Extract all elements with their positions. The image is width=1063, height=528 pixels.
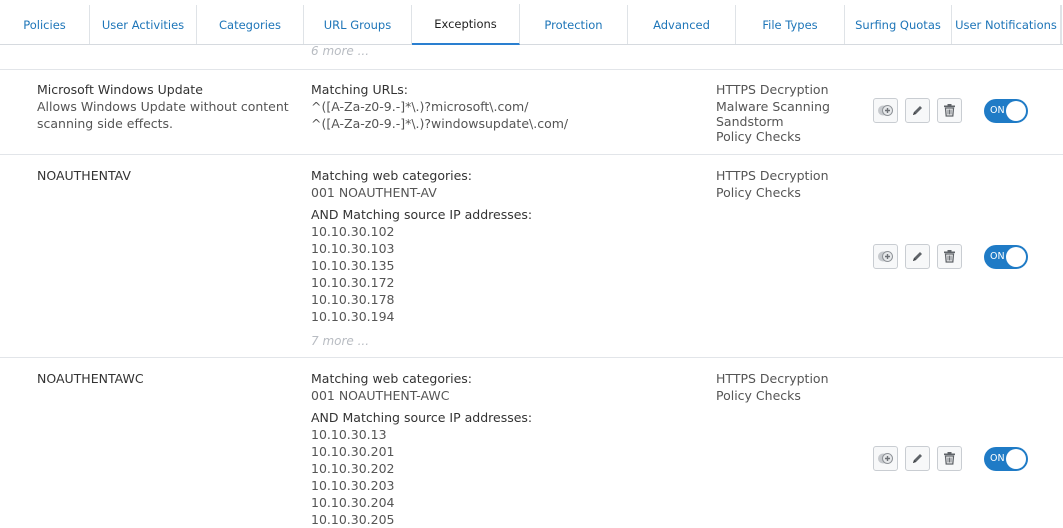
- ip-title: AND Matching source IP addresses:: [311, 410, 533, 425]
- tab-policies[interactable]: Policies: [0, 5, 90, 44]
- edit-button[interactable]: [905, 244, 930, 269]
- clone-button[interactable]: [873, 446, 898, 471]
- clone-icon: [878, 105, 893, 116]
- ip-address: 10.10.30.172: [311, 275, 395, 290]
- tab-surfing-quotas[interactable]: Surfing Quotas: [845, 5, 952, 44]
- exception-row: NOAUTHENTAV Matching web categories: 001…: [0, 155, 1063, 358]
- toggle-label: ON: [990, 105, 1005, 116]
- tab-exceptions[interactable]: Exceptions: [412, 4, 520, 45]
- ip-address: 10.10.30.103: [311, 241, 395, 256]
- tab-user-activities[interactable]: User Activities: [90, 5, 197, 44]
- delete-button[interactable]: [937, 244, 962, 269]
- toggle-label: ON: [990, 251, 1005, 262]
- enable-toggle[interactable]: ON: [984, 447, 1028, 471]
- exception-row: Microsoft Windows Update Allows Windows …: [0, 70, 1063, 155]
- more-link[interactable]: 7 more ...: [311, 333, 369, 350]
- edit-button[interactable]: [905, 98, 930, 123]
- tab-protection[interactable]: Protection: [520, 5, 628, 44]
- criteria-value: 001 NOAUTHENT-AV: [311, 185, 437, 200]
- skipped-check: HTTPS Decryption: [716, 82, 829, 97]
- clone-icon: [878, 453, 893, 464]
- tab-file-types[interactable]: File Types: [736, 5, 845, 44]
- tab-advanced[interactable]: Advanced: [628, 5, 736, 44]
- tab-user-notifications[interactable]: User Notifications: [952, 5, 1061, 44]
- clone-icon: [878, 251, 893, 262]
- exception-description: Allows Windows Update without content sc…: [37, 99, 289, 131]
- ip-address: 10.10.30.203: [311, 478, 395, 493]
- delete-button[interactable]: [937, 446, 962, 471]
- criteria-title: Matching web categories:: [311, 168, 472, 183]
- pencil-icon: [913, 252, 922, 261]
- tab-categories[interactable]: Categories: [197, 5, 304, 44]
- criteria-title: Matching URLs:: [311, 82, 408, 97]
- ip-address: 10.10.30.205: [311, 512, 395, 527]
- tab-bar: Policies User Activities Categories URL …: [0, 0, 1063, 45]
- more-link[interactable]: 6 more ...: [311, 43, 369, 60]
- criteria-value: ^([A-Za-z0-9.-]*\.)?windowsupdate\.com/: [311, 116, 569, 131]
- skipped-check: Policy Checks: [716, 388, 801, 403]
- toggle-knob: [1006, 101, 1026, 121]
- skipped-check: Policy Checks: [716, 185, 801, 200]
- ip-title: AND Matching source IP addresses:: [311, 207, 533, 222]
- pencil-icon: [913, 106, 922, 115]
- trash-icon: [944, 250, 955, 263]
- clone-button[interactable]: [873, 244, 898, 269]
- ip-address: 10.10.30.135: [311, 258, 395, 273]
- enable-toggle[interactable]: ON: [984, 245, 1028, 269]
- skipped-check: HTTPS Decryption: [716, 371, 829, 386]
- ip-address: 10.10.30.13: [311, 427, 387, 442]
- ip-address: 10.10.30.201: [311, 444, 395, 459]
- criteria-value: 001 NOAUTHENT-AWC: [311, 388, 450, 403]
- toggle-knob: [1006, 247, 1026, 267]
- exception-name: NOAUTHENTAV: [37, 168, 131, 183]
- skipped-check: Policy Checks: [716, 129, 801, 144]
- criteria-title: Matching web categories:: [311, 371, 472, 386]
- exception-name: NOAUTHENTAWC: [37, 371, 144, 386]
- exception-row-partial: 6 more ...: [0, 43, 1063, 70]
- enable-toggle[interactable]: ON: [984, 99, 1028, 123]
- toggle-label: ON: [990, 453, 1005, 464]
- skipped-check: HTTPS Decryption: [716, 168, 829, 183]
- ip-address: 10.10.30.194: [311, 309, 395, 324]
- ip-address: 10.10.30.178: [311, 292, 395, 307]
- exception-name: Microsoft Windows Update: [37, 82, 203, 97]
- toggle-knob: [1006, 449, 1026, 469]
- pencil-icon: [913, 454, 922, 463]
- ip-address: 10.10.30.102: [311, 224, 395, 239]
- edit-button[interactable]: [905, 446, 930, 471]
- criteria-value: ^([A-Za-z0-9.-]*\.)?microsoft\.com/: [311, 99, 529, 114]
- tab-url-groups[interactable]: URL Groups: [304, 5, 412, 44]
- trash-icon: [944, 104, 955, 117]
- clone-button[interactable]: [873, 98, 898, 123]
- trash-icon: [944, 452, 955, 465]
- ip-address: 10.10.30.202: [311, 461, 395, 476]
- ip-address: 10.10.30.204: [311, 495, 395, 510]
- delete-button[interactable]: [937, 98, 962, 123]
- exception-row: NOAUTHENTAWC Matching web categories: 00…: [0, 358, 1063, 527]
